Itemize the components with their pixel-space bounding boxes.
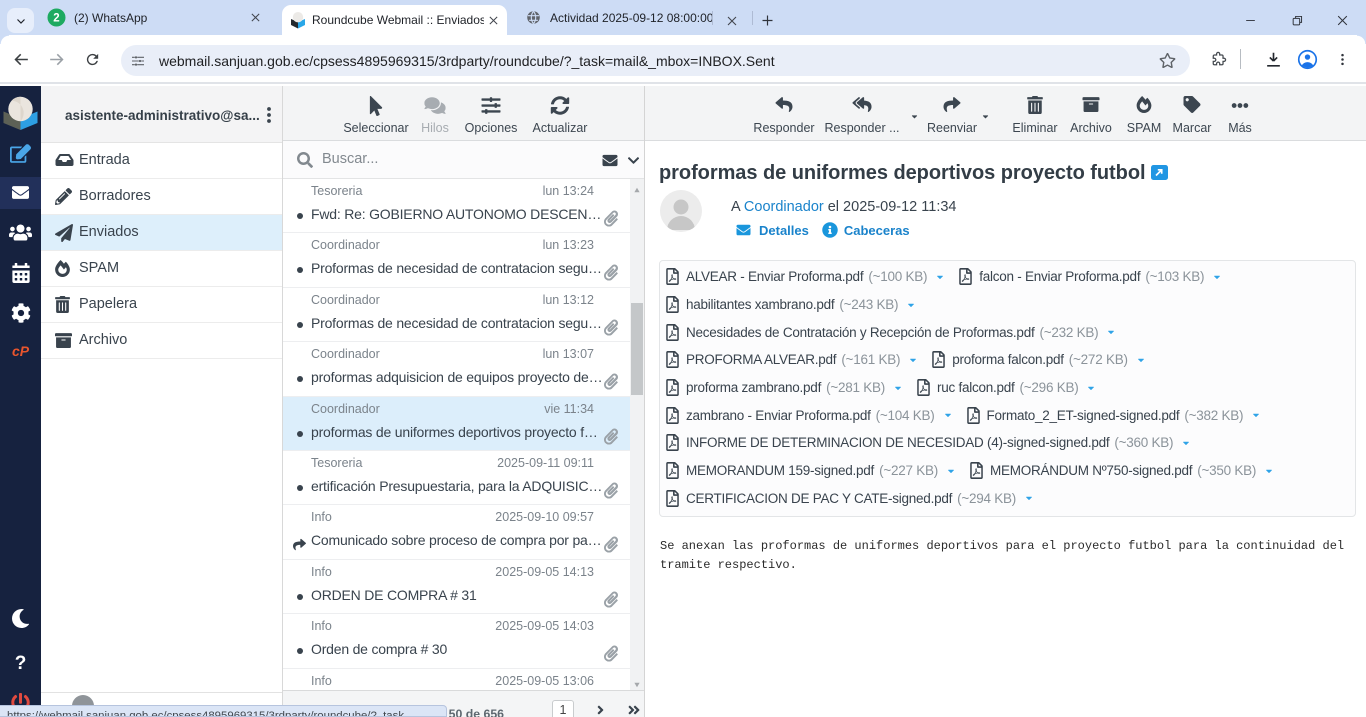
svg-text:2: 2 bbox=[53, 13, 59, 25]
